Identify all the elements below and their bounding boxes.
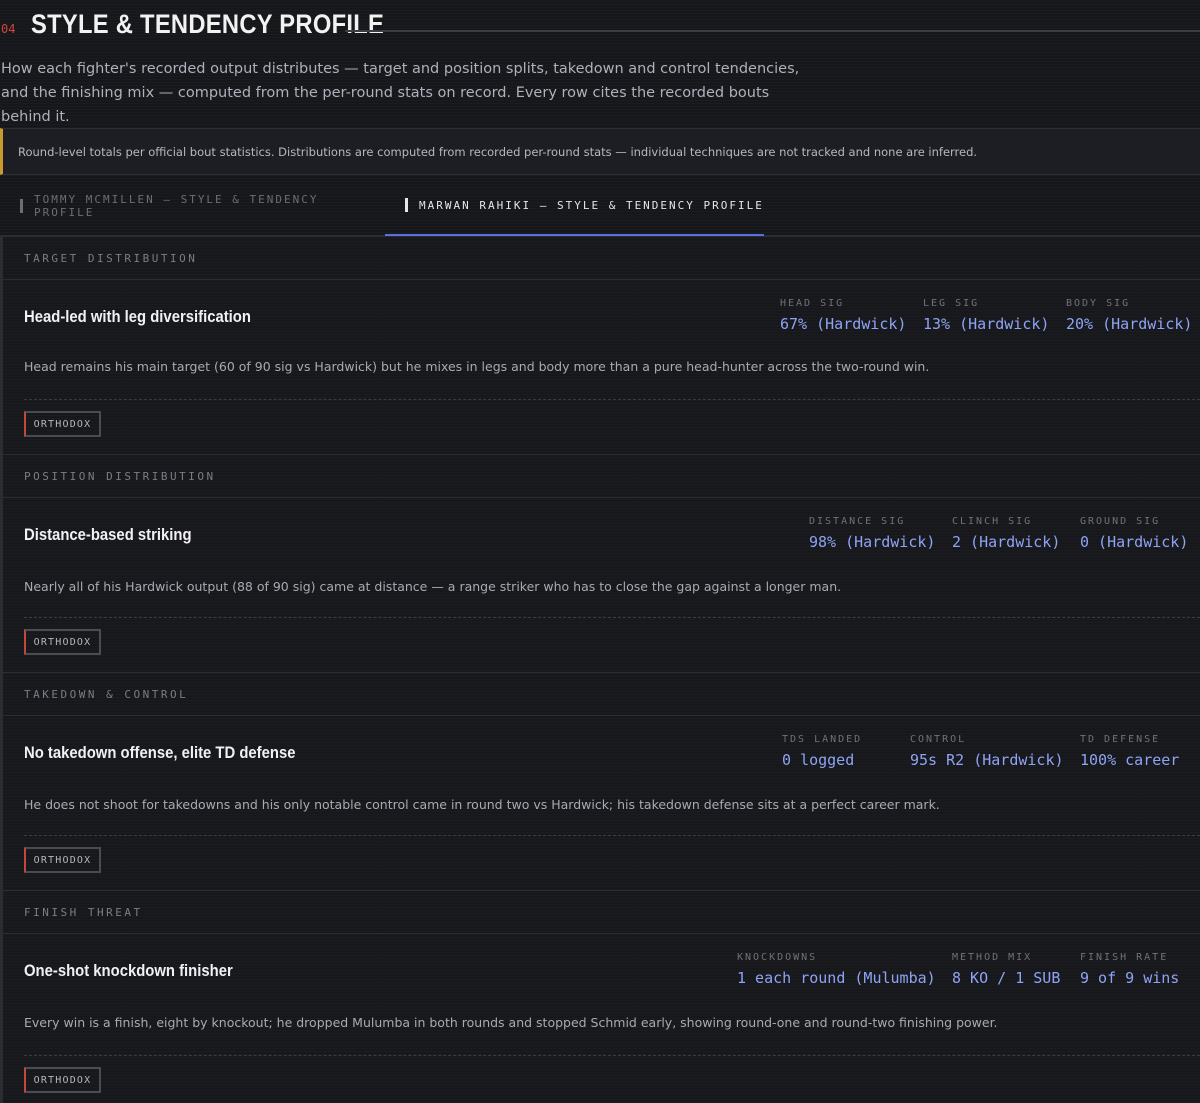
stance-badge: ORTHODOX (24, 629, 101, 655)
stat-value: 2 (Hardwick) (952, 533, 1061, 551)
stat-finish-rate: FINISH RATE 9 of 9 wins (1080, 952, 1179, 987)
stat-label: FINISH RATE (1080, 952, 1169, 963)
stat-label: LEG SIG (923, 298, 980, 309)
tab-marker (405, 198, 408, 212)
header-divider (345, 30, 1200, 32)
dashed-divider (24, 399, 1200, 400)
stat-label: DISTANCE SIG (809, 516, 906, 527)
panel-position-distribution: POSITION DISTRIBUTION Distance-based str… (0, 454, 1200, 672)
panel-heading: TARGET DISTRIBUTION (3, 237, 1200, 280)
row-description: He does not shoot for takedowns and his … (24, 797, 940, 812)
stat-label: BODY SIG (1066, 298, 1131, 309)
stat-value: 20% (Hardwick) (1066, 315, 1193, 333)
panel-heading: POSITION DISTRIBUTION (3, 455, 1200, 498)
stat-value: 98% (Hardwick) (809, 533, 936, 551)
stat-control: CONTROL 95s R2 (Hardwick) (910, 734, 1064, 769)
stance-badge: ORTHODOX (24, 411, 101, 437)
stat-value: 100% career (1080, 751, 1180, 769)
notice-text: Round-level totals per official bout sta… (18, 144, 978, 159)
row-description: Nearly all of his Hardwick output (88 of… (24, 579, 842, 594)
dashed-divider (24, 1055, 1200, 1056)
stat-clinch-sig: CLINCH SIG 2 (Hardwick) (952, 516, 1060, 551)
stat-ground-sig: GROUND SIG 0 (Hardwick) (1080, 516, 1188, 551)
stat-label: KNOCKDOWNS (737, 952, 818, 963)
stat-value: 0 logged (782, 751, 855, 769)
row-title: No takedown offense, elite TD defense (24, 744, 296, 762)
section-header: 04 STYLE & TENDENCY PROFILE (0, 0, 1200, 48)
stat-label: TDS LANDED (782, 734, 863, 745)
stat-value: 13% (Hardwick) (923, 315, 1050, 333)
stat-distance-sig: DISTANCE SIG 98% (Hardwick) (809, 516, 935, 551)
stat-head-sig: HEAD SIG 67% (Hardwick) (780, 298, 906, 333)
stance-badge: ORTHODOX (24, 1067, 101, 1093)
panel-heading: FINISH THREAT (3, 891, 1200, 934)
stat-label: CLINCH SIG (952, 516, 1033, 527)
row-description: Every win is a finish, eight by knockout… (24, 1015, 998, 1030)
row-description: Head remains his main target (60 of 90 s… (24, 359, 930, 374)
stat-body-sig: BODY SIG 20% (Hardwick) (1066, 298, 1192, 333)
stat-value: 1 each round (Mulumba) (737, 969, 936, 987)
tab-marwan-rahiki[interactable]: MARWAN RAHIKI — STYLE & TENDENCY PROFILE (385, 176, 764, 236)
stat-label: METHOD MIX (952, 952, 1033, 963)
fighter-tabs: TOMMY MCMILLEN — STYLE & TENDENCY PROFIL… (0, 176, 1200, 236)
tab-label: MARWAN RAHIKI — STYLE & TENDENCY PROFILE (419, 198, 764, 212)
panel-takedown-control: TAKEDOWN & CONTROL No takedown offense, … (0, 672, 1200, 890)
row-title: Head-led with leg diversification (24, 308, 251, 326)
dashed-divider (24, 835, 1200, 836)
section-intro: How each fighter's recorded output distr… (1, 61, 800, 125)
stat-value: 67% (Hardwick) (780, 315, 907, 333)
stat-leg-sig: LEG SIG 13% (Hardwick) (923, 298, 1049, 333)
stance-badge: ORTHODOX (24, 847, 101, 873)
stat-value: 9 of 9 wins (1080, 969, 1180, 987)
section-title: STYLE & TENDENCY PROFILE (31, 8, 385, 39)
stat-value: 0 (Hardwick) (1080, 533, 1189, 551)
panel-target-distribution: TARGET DISTRIBUTION Head-led with leg di… (0, 236, 1200, 454)
stat-tds-landed: TDS LANDED 0 logged (782, 734, 862, 769)
row-title: Distance-based striking (24, 526, 192, 544)
tab-label: TOMMY MCMILLEN — STYLE & TENDENCY PROFIL… (33, 193, 319, 219)
section-number: 04 (1, 22, 16, 36)
panel-finish-threat: FINISH THREAT One-shot knockdown finishe… (0, 890, 1200, 1103)
stat-label: TD DEFENSE (1080, 734, 1161, 745)
stat-label: GROUND SIG (1080, 516, 1161, 527)
stat-td-defense: TD DEFENSE 100% career (1080, 734, 1179, 769)
panel-heading: TAKEDOWN & CONTROL (3, 673, 1200, 716)
tab-tommy-mcmillen[interactable]: TOMMY MCMILLEN — STYLE & TENDENCY PROFIL… (20, 176, 385, 236)
stat-value: 8 KO / 1 SUB (952, 969, 1061, 987)
stat-knockdowns: KNOCKDOWNS 1 each round (Mulumba) (737, 952, 936, 987)
stat-method-mix: METHOD MIX 8 KO / 1 SUB (952, 952, 1060, 987)
row-title: One-shot knockdown finisher (24, 962, 233, 980)
stat-value: 95s R2 (Hardwick) (910, 751, 1064, 769)
data-notice: Round-level totals per official bout sta… (0, 128, 1200, 175)
stat-label: CONTROL (910, 734, 967, 745)
dashed-divider (24, 617, 1200, 618)
stat-label: HEAD SIG (780, 298, 845, 309)
tab-marker (20, 199, 23, 213)
